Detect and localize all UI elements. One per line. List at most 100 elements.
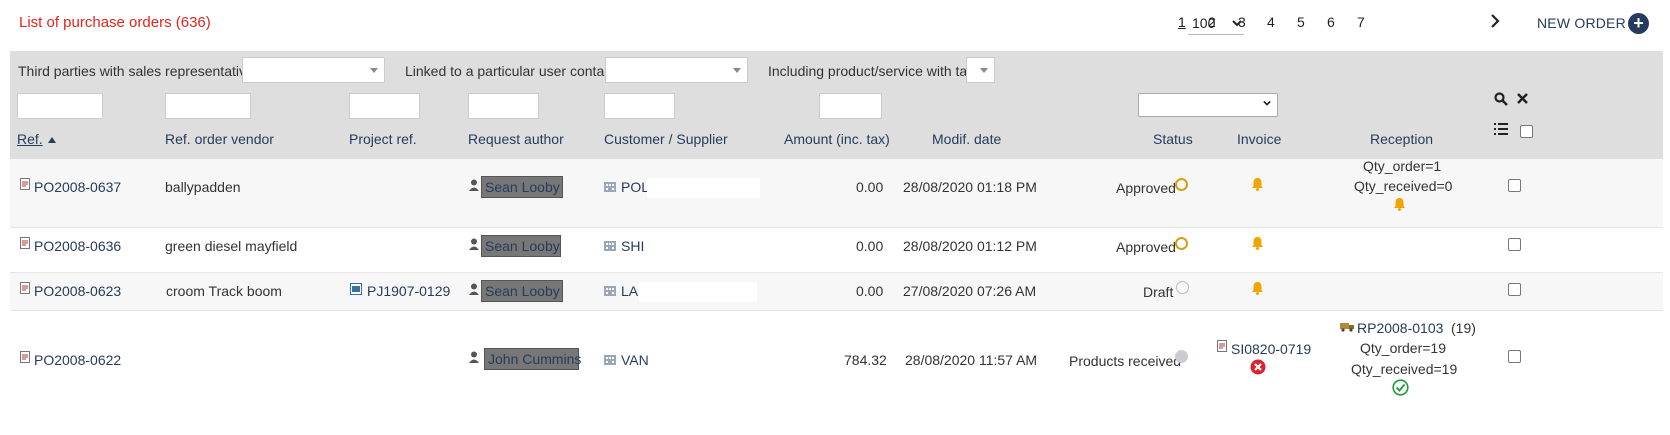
reception-qty-received: Qty_received=0 bbox=[1354, 178, 1453, 194]
table-row: PO2008-0623 croom Track boom PJ1907-0129… bbox=[10, 273, 1663, 311]
caret-down-icon bbox=[733, 68, 741, 73]
user-contact-label: Linked to a particular user contact: bbox=[405, 63, 620, 79]
search-project-input[interactable] bbox=[349, 93, 420, 119]
company-icon bbox=[604, 182, 616, 192]
bell-icon bbox=[1252, 178, 1263, 191]
document-icon bbox=[20, 282, 30, 294]
page-size-select[interactable]: 100 bbox=[1188, 11, 1244, 35]
search-icon[interactable] bbox=[1494, 92, 1508, 106]
column-header-status[interactable]: Status bbox=[1153, 131, 1193, 147]
order-ref-link[interactable]: PO2008-0623 bbox=[34, 283, 121, 299]
amount-text: 784.32 bbox=[844, 352, 887, 368]
supplier-link[interactable]: POL bbox=[621, 179, 649, 195]
reception-qty-received: Qty_received=19 bbox=[1351, 361, 1458, 377]
product-tag-label: Including product/service with tag: bbox=[768, 63, 979, 79]
column-header-amount[interactable]: Amount (inc. tax) bbox=[784, 131, 890, 147]
user-contact-select[interactable] bbox=[605, 57, 748, 83]
column-header-modif-date[interactable]: Modif. date bbox=[932, 131, 1001, 147]
supplier-link[interactable]: LA bbox=[621, 283, 638, 299]
page-link-5[interactable]: 5 bbox=[1297, 14, 1305, 30]
select-all-checkbox[interactable] bbox=[1520, 125, 1533, 138]
invoice-icon bbox=[1217, 340, 1227, 352]
status-text: Products received bbox=[1069, 353, 1182, 369]
next-page-icon[interactable] bbox=[1488, 12, 1502, 30]
product-tag-select[interactable] bbox=[966, 57, 995, 83]
truck-icon bbox=[1340, 323, 1354, 332]
add-circle-icon[interactable]: + bbox=[1628, 13, 1649, 34]
row-select-checkbox[interactable] bbox=[1508, 179, 1521, 192]
search-author-input[interactable] bbox=[468, 93, 539, 119]
bell-icon bbox=[1252, 237, 1263, 250]
column-header-reception[interactable]: Reception bbox=[1370, 131, 1433, 147]
reception-link[interactable]: RP2008-0103 bbox=[1357, 320, 1443, 336]
sales-rep-label: Third parties with sales representative: bbox=[18, 63, 258, 79]
column-header-invoice[interactable]: Invoice bbox=[1237, 131, 1281, 147]
redacted-field bbox=[639, 282, 757, 302]
status-text: Approved bbox=[1116, 180, 1176, 196]
new-order-link[interactable]: NEW ORDER bbox=[1537, 15, 1626, 31]
request-author-link[interactable]: John Cummins bbox=[484, 348, 581, 370]
modif-date-text: 28/08/2020 01:18 PM bbox=[903, 179, 1037, 195]
company-icon bbox=[604, 286, 616, 296]
reception-qty-order: Qty_order=19 bbox=[1360, 340, 1446, 356]
status-approved-icon bbox=[1175, 178, 1188, 191]
page-link-6[interactable]: 6 bbox=[1327, 14, 1335, 30]
modif-date-text: 27/08/2020 07:26 AM bbox=[903, 283, 1037, 299]
search-status-select[interactable] bbox=[1138, 93, 1278, 117]
project-icon bbox=[350, 283, 362, 295]
page-link-4[interactable]: 4 bbox=[1267, 14, 1275, 30]
check-circle-icon bbox=[1392, 379, 1409, 396]
invoice-link[interactable]: SI0820-0719 bbox=[1231, 341, 1311, 357]
page-link-2[interactable]: 2 bbox=[1208, 14, 1216, 30]
document-icon bbox=[20, 237, 30, 249]
status-approved-icon bbox=[1175, 237, 1188, 250]
table-row: PO2008-0637 ballypadden Sean Looby POL 0… bbox=[10, 158, 1663, 228]
supplier-link[interactable]: SHI bbox=[621, 238, 644, 254]
column-header-customer-supplier[interactable]: Customer / Supplier bbox=[604, 131, 728, 147]
row-select-checkbox[interactable] bbox=[1508, 350, 1521, 363]
search-ref-input[interactable] bbox=[17, 93, 103, 119]
caret-down-icon bbox=[980, 68, 988, 73]
project-link[interactable]: PJ1907-0129 bbox=[367, 283, 450, 299]
search-supplier-input[interactable] bbox=[604, 93, 675, 119]
page-link-3[interactable]: 3 bbox=[1238, 14, 1246, 30]
column-header-ref-vendor[interactable]: Ref. order vendor bbox=[165, 131, 274, 147]
sort-ascending-icon bbox=[48, 137, 56, 143]
order-ref-link[interactable]: PO2008-0622 bbox=[34, 352, 121, 368]
error-icon bbox=[1250, 359, 1266, 375]
document-icon bbox=[20, 178, 30, 190]
clear-filter-icon[interactable] bbox=[1517, 93, 1528, 104]
row-select-checkbox[interactable] bbox=[1508, 238, 1521, 251]
page-title: List of purchase orders (636) bbox=[19, 14, 211, 31]
column-header-request-author[interactable]: Request author bbox=[468, 131, 564, 147]
amount-text: 0.00 bbox=[856, 238, 884, 254]
bell-icon bbox=[1252, 282, 1263, 295]
order-ref-link[interactable]: PO2008-0636 bbox=[34, 238, 121, 254]
order-ref-link[interactable]: PO2008-0637 bbox=[34, 179, 121, 195]
request-author-link[interactable]: Sean Looby bbox=[481, 280, 563, 302]
reception-qty-order: Qty_order=1 bbox=[1363, 158, 1442, 174]
search-ref-vendor-input[interactable] bbox=[165, 93, 251, 119]
ref-vendor-text: croom Track boom bbox=[166, 283, 282, 299]
company-icon bbox=[604, 241, 616, 251]
request-author-link[interactable]: Sean Looby bbox=[481, 176, 563, 198]
table-row: PO2008-0636 green diesel mayfield Sean L… bbox=[10, 228, 1663, 273]
company-icon bbox=[604, 355, 616, 365]
redacted-field bbox=[647, 178, 760, 198]
supplier-link[interactable]: VAN bbox=[621, 352, 649, 368]
request-author-link[interactable]: Sean Looby bbox=[481, 235, 561, 257]
column-header-ref[interactable]: Ref. bbox=[17, 131, 43, 147]
modif-date-text: 28/08/2020 11:57 AM bbox=[905, 352, 1038, 368]
status-text: Draft bbox=[1143, 284, 1174, 300]
status-draft-icon bbox=[1176, 281, 1189, 294]
search-amount-input[interactable] bbox=[819, 93, 882, 119]
document-icon bbox=[20, 351, 30, 363]
list-columns-icon[interactable] bbox=[1494, 123, 1508, 135]
row-select-checkbox[interactable] bbox=[1508, 283, 1521, 296]
column-header-project-ref[interactable]: Project ref. bbox=[349, 131, 417, 147]
sales-rep-select[interactable] bbox=[242, 57, 385, 83]
user-icon bbox=[469, 351, 479, 363]
user-icon bbox=[469, 238, 479, 250]
page-link-7[interactable]: 7 bbox=[1357, 14, 1365, 30]
page-link-1[interactable]: 1 bbox=[1178, 14, 1186, 30]
